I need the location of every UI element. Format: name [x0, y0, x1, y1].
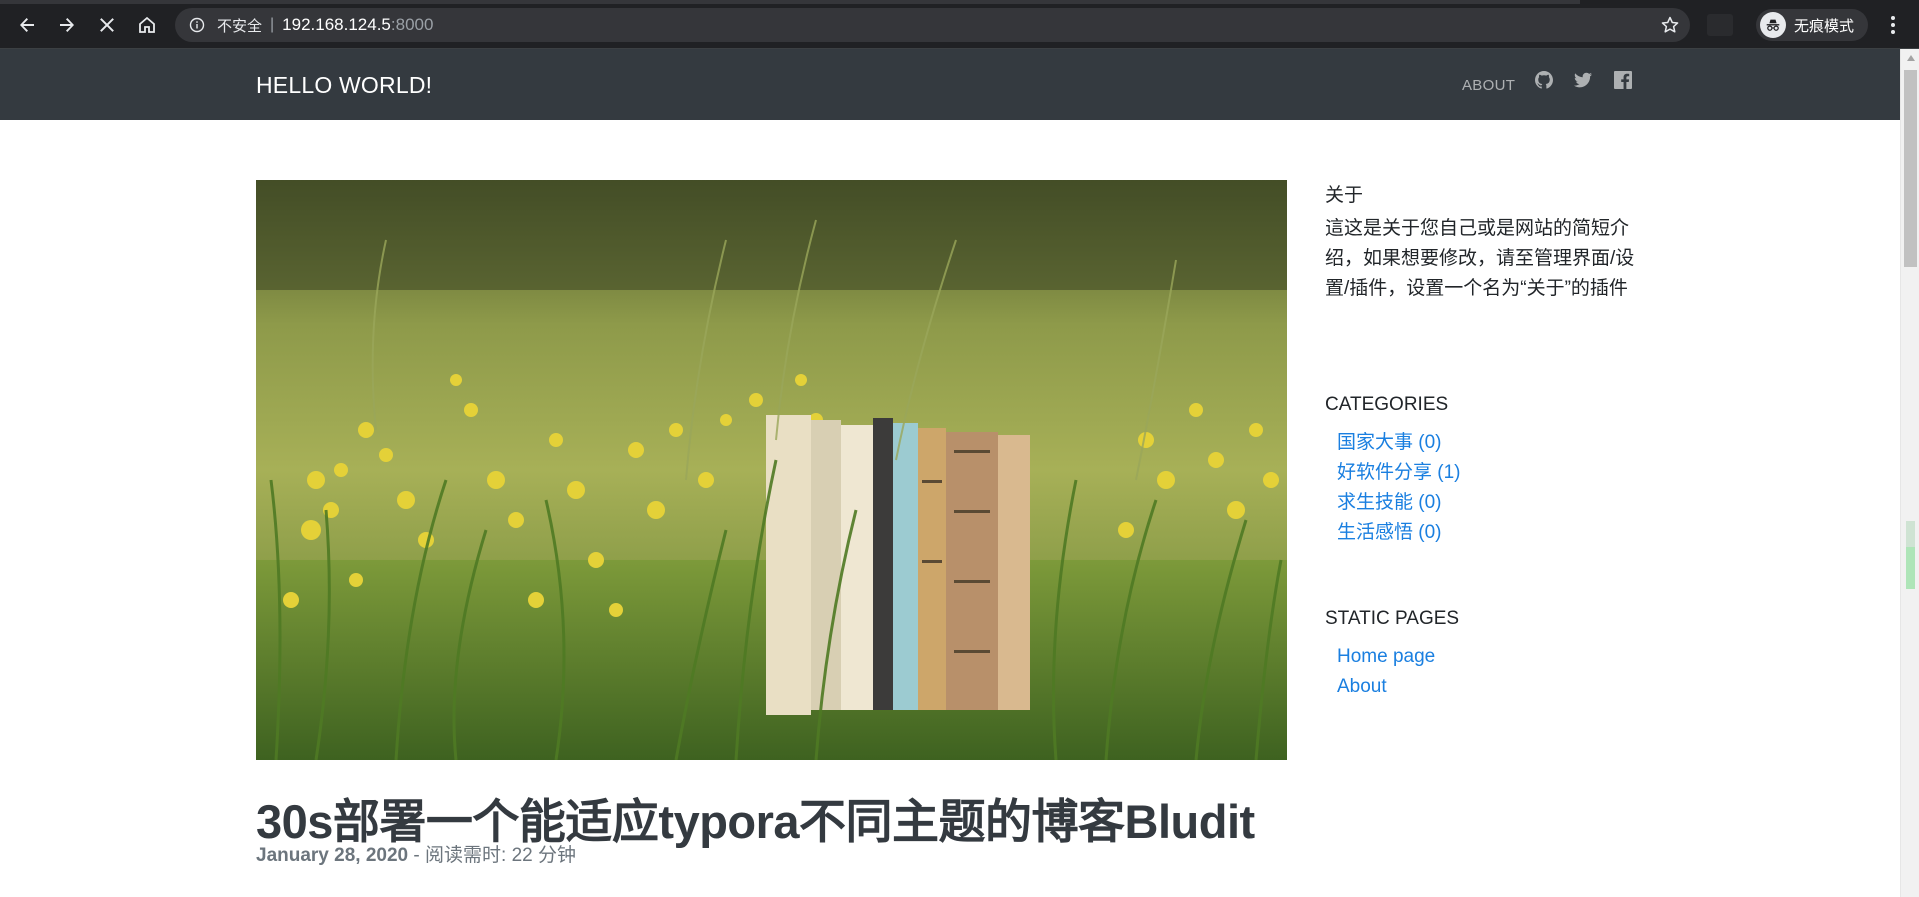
sidebar-about-title-wrap: 关于	[1325, 180, 1645, 207]
scroll-up-arrow-icon[interactable]	[1907, 55, 1915, 61]
close-icon	[100, 18, 114, 32]
reading-time: 阅读需时: 22 分钟	[425, 845, 576, 866]
nav-about-link[interactable]: ABOUT	[1462, 77, 1515, 94]
tab-strip	[0, 0, 1580, 4]
list-item: 生活感悟 (0)	[1337, 518, 1461, 548]
scrollbar-thumb[interactable]	[1904, 70, 1917, 267]
static-page-link[interactable]: Home page	[1337, 646, 1435, 667]
arrow-right-icon	[60, 18, 74, 32]
categories-title: CATEGORIES	[1325, 394, 1449, 415]
info-icon[interactable]	[189, 17, 205, 33]
security-label: 不安全	[217, 16, 263, 35]
list-item: 国家大事 (0)	[1337, 428, 1461, 458]
static-pages-list: Home page About	[1337, 642, 1435, 702]
site-brand[interactable]: HELLO WORLD!	[256, 72, 432, 99]
home-icon	[139, 16, 155, 33]
url-separator: |	[270, 16, 275, 33]
category-link[interactable]: 求生技能 (0)	[1337, 492, 1442, 513]
hero-image	[256, 180, 1287, 760]
list-item: Home page	[1337, 642, 1435, 672]
category-link[interactable]: 国家大事 (0)	[1337, 432, 1442, 453]
url-port: :8000	[390, 15, 434, 34]
incognito-indicator[interactable]: 无痕模式	[1756, 9, 1868, 41]
arrow-left-icon	[20, 18, 34, 32]
categories-list: 国家大事 (0) 好软件分享 (1) 求生技能 (0) 生活感悟 (0)	[1337, 428, 1461, 548]
post-meta: January 28, 2020 - 阅读需时: 22 分钟	[256, 840, 576, 867]
github-icon[interactable]	[1535, 71, 1555, 91]
meta-separator: -	[408, 845, 426, 866]
address-bar[interactable]: 不安全 | 192.168.124.5 :8000	[175, 8, 1690, 42]
static-pages-title: STATIC PAGES	[1325, 608, 1460, 629]
page-scrollbar[interactable]	[1900, 49, 1919, 897]
category-link[interactable]: 好软件分享 (1)	[1337, 462, 1461, 483]
home-button[interactable]	[132, 10, 162, 40]
site-navbar: HELLO WORLD! ABOUT	[0, 49, 1900, 120]
facebook-icon[interactable]	[1614, 71, 1634, 91]
list-item: 好软件分享 (1)	[1337, 458, 1461, 488]
incognito-label: 无痕模式	[1794, 16, 1855, 35]
list-item: 求生技能 (0)	[1337, 488, 1461, 518]
sidebar-about-text: 這这是关于您自己或是网站的简短介绍，如果想要修改，请至管理界面/设置/插件，设置…	[1325, 218, 1635, 299]
url-host: 192.168.124.5	[282, 15, 391, 34]
category-link[interactable]: 生活感悟 (0)	[1337, 522, 1442, 543]
extension-slot[interactable]	[1707, 14, 1733, 36]
sidebar-about-title: 关于	[1325, 185, 1364, 206]
stop-button[interactable]	[92, 10, 122, 40]
static-page-link[interactable]: About	[1337, 676, 1387, 697]
list-item: About	[1337, 672, 1435, 702]
browser-toolbar: 不安全 | 192.168.124.5 :8000 无痕模式	[0, 0, 1919, 49]
forward-button[interactable]	[52, 10, 82, 40]
star-icon[interactable]	[1660, 15, 1680, 35]
scroll-marker	[1906, 547, 1915, 589]
post-date: January 28, 2020	[256, 845, 409, 866]
vertical-dots-icon[interactable]	[1883, 14, 1903, 36]
incognito-icon	[1760, 12, 1786, 38]
back-button[interactable]	[12, 10, 42, 40]
twitter-icon[interactable]	[1574, 71, 1594, 91]
post-hero-image[interactable]	[256, 180, 1287, 760]
